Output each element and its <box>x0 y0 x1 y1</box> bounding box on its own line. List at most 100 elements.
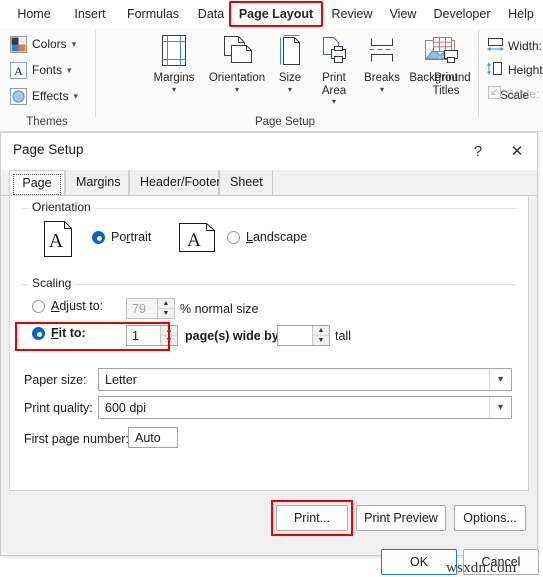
radio-adjust-to-label: Adjust to: <box>51 299 104 313</box>
group-line <box>22 208 516 209</box>
spin-up-icon[interactable]: ▲ <box>158 299 174 309</box>
chevron-down-icon[interactable]: ▾ <box>489 369 511 390</box>
chevron-down-icon: ▾ <box>171 84 176 94</box>
fit-to-tall-value <box>278 326 312 345</box>
ribbon-field-height[interactable]: Height: <box>486 58 543 82</box>
ribbon-button-print-titles[interactable]: Print Titles <box>423 30 469 97</box>
first-page-number-label: First page number: <box>24 432 129 446</box>
chevron-down-icon: ▾ <box>67 64 72 75</box>
group-line <box>22 284 516 285</box>
ribbon-tab-view[interactable]: View <box>382 3 424 25</box>
help-icon[interactable]: ? <box>465 139 491 163</box>
spin-down-icon[interactable]: ▼ <box>158 309 174 319</box>
ribbon-button-print-area-label: Print Area <box>321 72 347 97</box>
chevron-down-icon: ▾ <box>331 97 336 106</box>
scaling-group-caption: Scaling <box>28 276 76 290</box>
ribbon-button-size-label: Size <box>278 72 302 84</box>
dialog-tab-page[interactable]: Page <box>9 170 65 195</box>
dialog-title-bar: Page Setup ? ✕ <box>1 133 537 170</box>
page-setup-dialog: Page Setup ? ✕ Page Margins Header/Foote… <box>0 132 538 556</box>
options-button-label: Options... <box>463 511 517 525</box>
watermark: wsxdn.com <box>446 560 517 576</box>
ribbon-group-label-page-setup: Page Setup <box>254 116 316 128</box>
spin-down-icon[interactable]: ▼ <box>313 336 329 346</box>
dialog-tab-header-footer[interactable]: Header/Footer <box>129 170 221 195</box>
size-icon <box>269 30 311 72</box>
width-icon <box>486 37 505 55</box>
chevron-down-icon: ▾ <box>73 90 78 101</box>
paper-size-label: Paper size: <box>24 373 87 387</box>
fit-to-tall-spinner[interactable]: ▲ ▼ <box>277 325 330 346</box>
orientation-group-caption: Orientation <box>28 200 95 214</box>
ribbon-button-colors-label: Colors <box>32 37 67 51</box>
radio-portrait-label: Portrait <box>111 230 152 244</box>
adjust-to-spin-buttons[interactable]: ▲ ▼ <box>157 299 174 318</box>
dialog-tab-row: Page Margins Header/Footer Sheet <box>1 170 537 196</box>
paper-size-combo[interactable]: Letter ▾ <box>98 368 512 391</box>
dialog-title: Page Setup <box>13 142 84 157</box>
ribbon-body: Colors ▾ A Fonts ▾ Effects ▾ Themes Marg… <box>0 28 543 159</box>
ribbon-tab-home[interactable]: Home <box>8 3 60 25</box>
ribbon-button-print-titles-label: Print Titles <box>432 72 460 97</box>
adjust-to-spinner[interactable]: 79 ▲ ▼ <box>126 298 175 319</box>
print-quality-combo[interactable]: 600 dpi ▾ <box>98 396 512 419</box>
radio-adjust-to[interactable]: Adjust to: <box>32 299 103 313</box>
ribbon-tab-formulas[interactable]: Formulas <box>118 3 188 25</box>
ribbon-button-margins[interactable]: Margins ▾ <box>143 30 205 94</box>
ribbon-tab-developer[interactable]: Developer <box>424 3 500 25</box>
radio-landscape[interactable]: Landscape <box>227 230 307 244</box>
ribbon-field-width-label: Width: <box>508 39 543 53</box>
fit-to-middle-label: page(s) wide by <box>185 329 279 343</box>
ribbon-button-effects-label: Effects <box>32 89 69 103</box>
radio-landscape-label: Landscape <box>246 230 308 244</box>
ribbon-button-colors[interactable]: Colors ▾ <box>10 32 76 56</box>
ribbon-button-orientation[interactable]: Orientation ▾ <box>205 30 269 94</box>
close-icon[interactable]: ✕ <box>504 139 530 163</box>
chevron-down-icon: ▾ <box>379 84 384 94</box>
ribbon-button-effects[interactable]: Effects ▾ <box>10 84 78 108</box>
svg-text:A: A <box>49 230 64 252</box>
paper-size-value: Letter <box>105 372 137 387</box>
ribbon-button-margins-label: Margins <box>153 72 195 84</box>
first-page-number-input[interactable]: Auto <box>128 427 178 448</box>
fit-to-suffix: tall <box>335 329 351 343</box>
page-tab-panel: Orientation A Portrait A Landscape Scali… <box>9 196 529 491</box>
ribbon-button-size[interactable]: Size ▾ <box>269 30 311 94</box>
ribbon-button-breaks[interactable]: Breaks ▾ <box>357 30 407 94</box>
height-icon <box>486 60 505 80</box>
adjust-to-value: 79 <box>132 301 146 316</box>
options-button[interactable]: Options... <box>454 505 526 531</box>
print-quality-label: Print quality: <box>24 401 93 415</box>
adjust-to-suffix: % normal size <box>180 302 259 316</box>
orientation-icon <box>205 30 269 72</box>
ribbon-tab-insert[interactable]: Insert <box>64 3 116 25</box>
ribbon-tab-strip: Home Insert Formulas Data Page Layout Re… <box>0 0 543 28</box>
ribbon-button-breaks-label: Breaks <box>364 72 400 84</box>
ribbon-tab-review[interactable]: Review <box>324 3 380 25</box>
spin-up-icon[interactable]: ▲ <box>313 326 329 336</box>
radio-portrait-dot <box>92 230 105 244</box>
print-area-icon <box>311 30 357 72</box>
print-titles-icon <box>423 30 469 72</box>
portrait-page-icon: A <box>42 220 74 261</box>
landscape-page-icon: A <box>177 222 217 257</box>
theme-effects-icon <box>10 87 27 105</box>
dialog-tab-sheet[interactable]: Sheet <box>219 170 273 195</box>
chevron-down-icon[interactable]: ▾ <box>489 397 511 418</box>
focus-ring <box>13 174 61 195</box>
print-quality-value: 600 dpi <box>105 400 147 415</box>
radio-portrait[interactable]: Portrait <box>92 230 151 244</box>
fit-to-tall-spin-buttons[interactable]: ▲ ▼ <box>312 326 329 345</box>
ribbon-button-fonts[interactable]: A Fonts ▾ <box>10 58 72 82</box>
chevron-down-icon: ▾ <box>287 84 292 94</box>
print-preview-button[interactable]: Print Preview <box>356 505 446 531</box>
ribbon-group-label-themes: Themes <box>26 116 68 128</box>
ribbon-tab-help[interactable]: Help <box>502 3 540 25</box>
theme-fonts-icon: A <box>10 61 27 79</box>
ribbon-button-orientation-label: Orientation <box>208 72 266 84</box>
chevron-down-icon: ▾ <box>234 84 239 94</box>
ribbon-button-print-area[interactable]: Print Area ▾ <box>311 30 357 106</box>
dialog-tab-margins[interactable]: Margins <box>65 170 129 195</box>
ribbon-field-width[interactable]: Width: <box>486 34 543 58</box>
ribbon-tab-data[interactable]: Data <box>190 3 232 25</box>
